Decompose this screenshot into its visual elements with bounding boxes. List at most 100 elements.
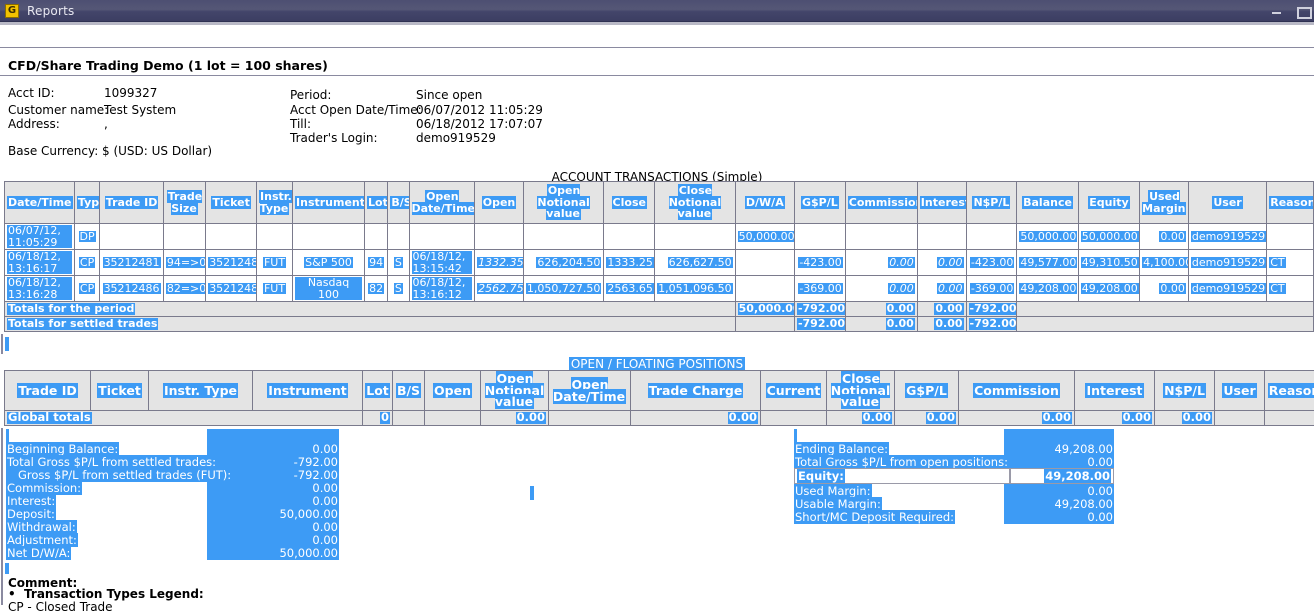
window-controls xyxy=(1270,0,1310,22)
th2-lot[interactable]: Lot xyxy=(363,371,393,411)
th2-gpl[interactable]: G$P/L xyxy=(895,371,959,411)
cell-open: 2562.75 xyxy=(475,276,524,302)
customer-name-label: Customer name: xyxy=(8,103,108,117)
totals-period-commission: 0.00 xyxy=(845,302,917,317)
th-npl[interactable]: N$P/L xyxy=(966,182,1017,224)
transactions-header-row: Date/Time Type Trade ID Trade Size Ticke… xyxy=(5,182,1314,224)
th2-open[interactable]: Open xyxy=(425,371,481,411)
summary-row: Deposit: 50,000.00 xyxy=(6,507,339,520)
th2-ticket[interactable]: Ticket xyxy=(91,371,149,411)
window-titlebar: G Reports xyxy=(0,0,1314,22)
cell-open-notional: 1,050,727.50 xyxy=(523,276,603,302)
th-reason[interactable]: Reason xyxy=(1267,182,1314,224)
global-totals-npl: 0.00 xyxy=(1155,411,1215,426)
th2-trade-charge[interactable]: Trade Charge xyxy=(631,371,761,411)
cell-trade-id: 35212486 xyxy=(100,276,164,302)
th2-open-datetime[interactable]: Open Date/Time xyxy=(549,371,631,411)
usable-margin-value: 49,208.00 xyxy=(1004,497,1114,511)
th-dwa[interactable]: D/W/A xyxy=(735,182,794,224)
cell-gpl: -369.00 xyxy=(794,276,845,302)
left-edge-bar-1 xyxy=(1,334,3,354)
global-totals-interest: 0.00 xyxy=(1075,411,1155,426)
th-close[interactable]: Close xyxy=(604,182,655,224)
th2-interest[interactable]: Interest xyxy=(1075,371,1155,411)
cell-used-margin: 0.00 xyxy=(1140,276,1189,302)
table-row[interactable]: 06/07/12, 11:05:29 DP 50,000.00 xyxy=(5,224,1314,250)
th2-user[interactable]: User xyxy=(1215,371,1265,411)
th-type[interactable]: Type xyxy=(74,182,99,224)
th-instr-type[interactable]: Instr. Type xyxy=(257,182,293,224)
global-totals-open xyxy=(425,411,481,426)
th-open-notional[interactable]: Open Notional value xyxy=(523,182,603,224)
summary-row: Used Margin: 0.00 xyxy=(794,484,1114,497)
table-row[interactable]: 06/18/12, 13:16:28 CP 35212486 82=>0 352… xyxy=(5,276,1314,302)
address-value: , xyxy=(104,117,108,131)
th2-bs[interactable]: B/S xyxy=(393,371,425,411)
totals-period-label: Totals for the period xyxy=(5,302,736,317)
global-totals-bs xyxy=(393,411,425,426)
totals-period-row: Totals for the period 50,000.00 -792.00 … xyxy=(5,302,1314,317)
total-gross-open-label: Total Gross $P/L from open positions: xyxy=(794,455,1009,469)
th-equity[interactable]: Equity xyxy=(1078,182,1139,224)
cell-close: 1333.25 xyxy=(604,250,655,276)
trader-login-value: demo919529 xyxy=(416,131,496,145)
cell-dwa xyxy=(735,276,794,302)
cell-equity: 50,000.00 xyxy=(1078,224,1139,250)
th-used-margin[interactable]: Used Margin xyxy=(1140,182,1189,224)
th-commission[interactable]: Commission xyxy=(845,182,917,224)
summary-row: Gross $P/L from settled trades (FUT): -7… xyxy=(6,468,339,481)
cell-bs: S xyxy=(388,250,409,276)
th2-current[interactable]: Current xyxy=(761,371,827,411)
th-bs[interactable]: B/S xyxy=(388,182,409,224)
short-mc-deposit-label: Short/MC Deposit Required: xyxy=(794,510,955,524)
open-positions-caption: OPEN / FLOATING POSITIONS xyxy=(0,357,1314,371)
acct-id-label: Acct ID: xyxy=(8,86,55,100)
trader-login-label: Trader's Login: xyxy=(290,131,378,145)
restore-icon[interactable] xyxy=(1296,4,1310,18)
cell-gpl: -423.00 xyxy=(794,250,845,276)
cell-instrument: S&P 500 xyxy=(293,250,365,276)
global-totals-trade-charge: 0.00 xyxy=(631,411,761,426)
th2-close-notional[interactable]: Close Notional value xyxy=(827,371,895,411)
th-interest[interactable]: Interest xyxy=(917,182,966,224)
th2-open-notional[interactable]: Open Notional value xyxy=(481,371,549,411)
th2-reason[interactable]: Reason xyxy=(1265,371,1314,411)
th-datetime[interactable]: Date/Time xyxy=(5,182,75,224)
th-instrument[interactable]: Instrument xyxy=(293,182,365,224)
till-label: Till: xyxy=(290,117,311,131)
totals-period-gpl: -792.00 xyxy=(794,302,845,317)
th-open[interactable]: Open xyxy=(475,182,524,224)
th2-commission[interactable]: Commission xyxy=(959,371,1075,411)
totals-settled-commission: 0.00 xyxy=(845,317,917,332)
cell-bs: S xyxy=(388,276,409,302)
th2-instrument[interactable]: Instrument xyxy=(253,371,363,411)
cell-reason xyxy=(1267,224,1314,250)
usable-margin-label: Usable Margin: xyxy=(794,497,882,511)
summary-row: Commission: 0.00 xyxy=(6,481,339,494)
cell-type: DP xyxy=(74,224,99,250)
th-lot[interactable]: Lot xyxy=(365,182,388,224)
th-trade-size[interactable]: Trade Size xyxy=(163,182,205,224)
th-trade-id[interactable]: Trade ID xyxy=(100,182,164,224)
summary-row: Short/MC Deposit Required: 0.00 xyxy=(794,510,1114,523)
th-balance[interactable]: Balance xyxy=(1017,182,1078,224)
th-open-datetime[interactable]: Open Date/Time xyxy=(409,182,475,224)
global-totals-lot: 0 xyxy=(363,411,393,426)
base-currency-value: $ (USD: US Dollar) xyxy=(102,144,212,158)
minimize-icon[interactable] xyxy=(1270,4,1284,18)
total-gross-open-value: 0.00 xyxy=(1009,455,1114,469)
summary-row: Usable Margin: 49,208.00 xyxy=(794,497,1114,510)
table-row[interactable]: 06/18/12, 13:16:17 CP 35212481 94=>0 352… xyxy=(5,250,1314,276)
th2-instr-type[interactable]: Instr. Type xyxy=(149,371,253,411)
summary-row: Withdrawal: 0.00 xyxy=(6,520,339,533)
cell-type: CP xyxy=(74,250,99,276)
th2-npl[interactable]: N$P/L xyxy=(1155,371,1215,411)
th-gpl[interactable]: G$P/L xyxy=(794,182,845,224)
th-user[interactable]: User xyxy=(1188,182,1266,224)
cell-instrument xyxy=(293,224,365,250)
th-ticket[interactable]: Ticket xyxy=(206,182,257,224)
th2-trade-id[interactable]: Trade ID xyxy=(5,371,91,411)
cell-npl xyxy=(966,224,1017,250)
beginning-balance-label: Beginning Balance: xyxy=(6,442,119,456)
th-close-notional[interactable]: Close Notional value xyxy=(655,182,735,224)
